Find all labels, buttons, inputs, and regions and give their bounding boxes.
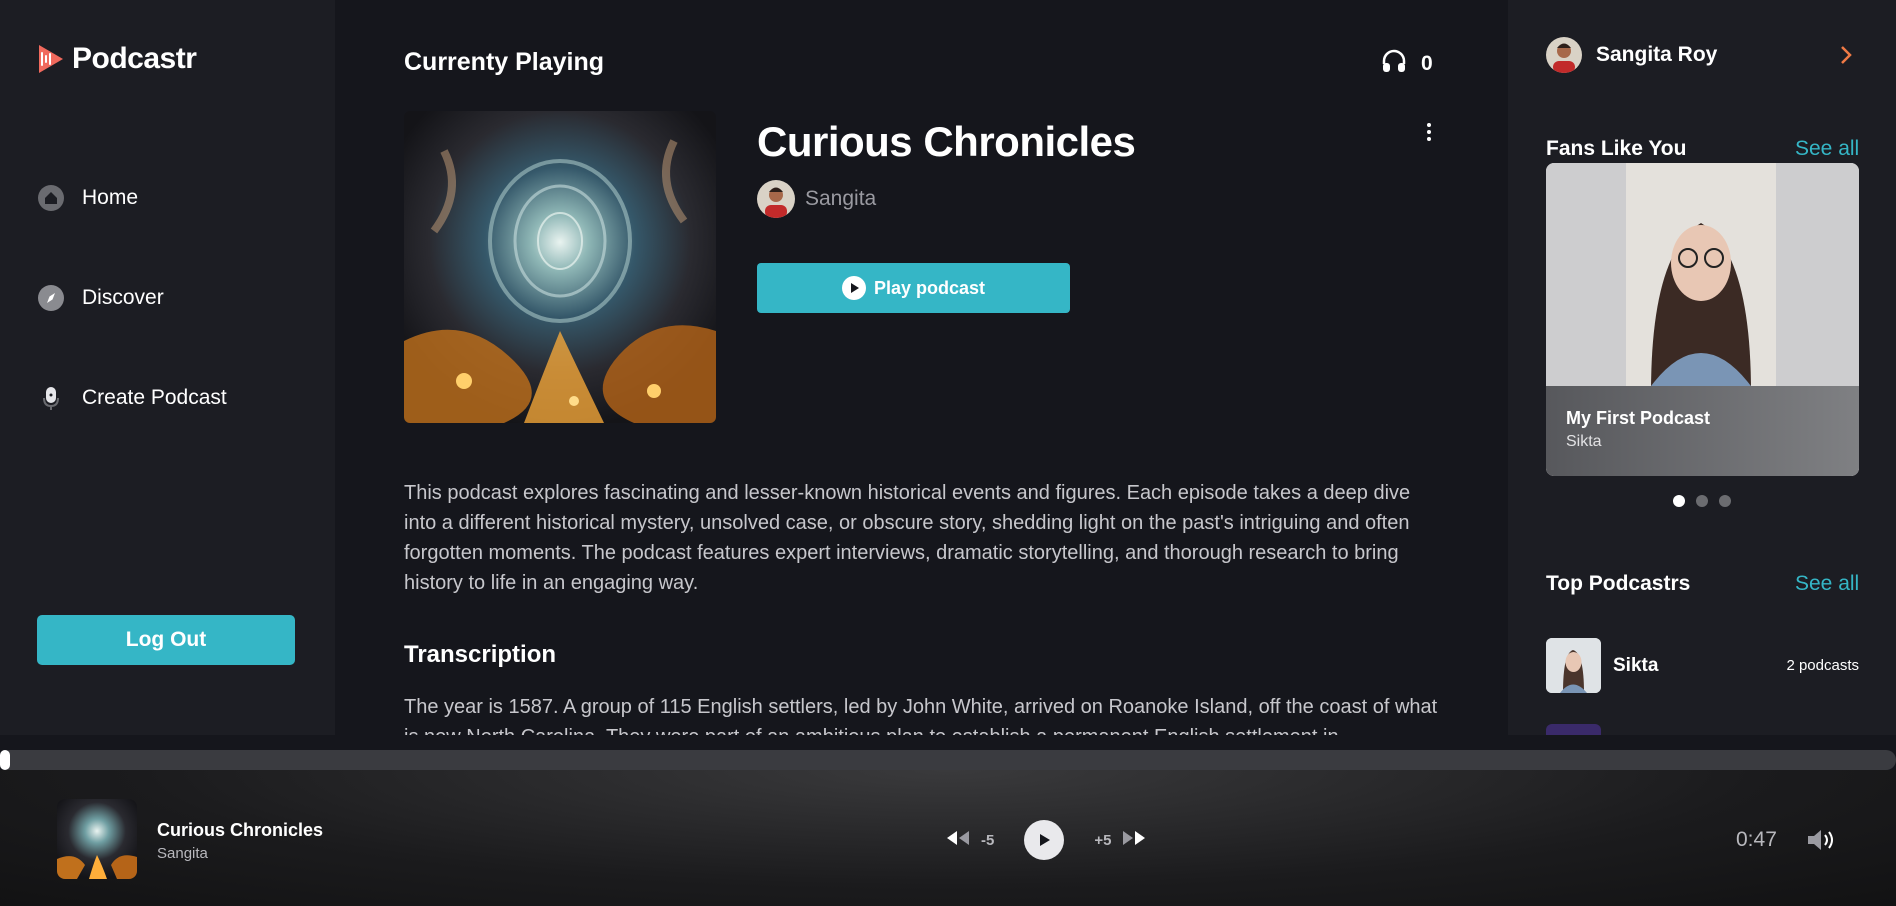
user-avatar (1546, 37, 1582, 73)
fans-like-you-title: Fans Like You (1546, 137, 1687, 160)
right-sidebar: Sangita Roy Fans Like You See all My Fir… (1508, 0, 1896, 735)
forward-label: +5 (1094, 831, 1112, 849)
main-nav: Home Discover Create Podcast (36, 178, 227, 478)
nav-label-discover: Discover (82, 286, 164, 309)
headphones-icon (1381, 48, 1407, 79)
logout-button[interactable]: Log Out (37, 615, 295, 665)
listeners-counter: 0 (1381, 48, 1433, 79)
podcastr-item[interactable]: Sikta 2 podcasts (1546, 638, 1859, 693)
rewind-icon[interactable] (945, 829, 971, 852)
nav-item-create-podcast[interactable]: Create Podcast (36, 378, 227, 418)
fan-card-title: My First Podcast (1566, 408, 1711, 428)
progress-handle[interactable] (0, 750, 10, 770)
transcription-text: The year is 1587. A group of 115 English… (404, 696, 1438, 735)
carousel-dot[interactable] (1719, 495, 1731, 507)
player-author: Sangita (157, 845, 208, 862)
nav-label-home: Home (82, 186, 139, 209)
user-profile[interactable]: Sangita Roy (1546, 37, 1717, 73)
podcastr-count: 2 podcasts (1786, 657, 1859, 674)
audio-player: Curious Chronicles Sangita -5 +5 0:47 (0, 770, 1896, 906)
podcastr-name: Sikta (1613, 654, 1659, 676)
chevron-right-icon[interactable] (1838, 44, 1854, 71)
more-options-icon[interactable] (1419, 120, 1439, 144)
listeners-count: 0 (1421, 51, 1433, 75)
author-avatar (757, 180, 795, 218)
nav-item-home[interactable]: Home (36, 178, 227, 218)
player-title: Curious Chronicles (157, 820, 324, 840)
author-name: Sangita (805, 187, 877, 210)
play-pause-button[interactable] (1024, 820, 1065, 860)
nav-label-create-podcast: Create Podcast (82, 386, 227, 409)
microphone-icon (36, 383, 66, 413)
main-content: Currenty Playing 0 Curious Chronicles Sa… (335, 0, 1508, 735)
section-title: Currenty Playing (404, 48, 605, 76)
podcastr-avatar (1546, 638, 1601, 693)
podcast-description: This podcast explores fascinating and le… (404, 482, 1411, 594)
fan-card-info: My First Podcast Sikta (1546, 386, 1859, 476)
podcast-author[interactable]: Sangita (757, 180, 876, 218)
transcription-title: Transcription (404, 641, 557, 668)
fans-see-all-link[interactable]: See all (1795, 137, 1859, 161)
left-sidebar: Podcastr Home Discover Create Podcast Lo… (0, 0, 335, 735)
nav-item-discover[interactable]: Discover (36, 278, 227, 318)
compass-icon (36, 283, 66, 313)
player-cover-image (57, 799, 137, 879)
play-icon (1040, 834, 1051, 846)
fast-forward-icon[interactable] (1121, 829, 1147, 852)
current-time: 0:47 (1736, 828, 1777, 851)
fan-podcast-card[interactable]: My First Podcast Sikta (1546, 163, 1859, 476)
app-logo[interactable]: Podcastr (36, 42, 197, 76)
podcast-cover-image (404, 111, 716, 423)
carousel-dot[interactable] (1696, 495, 1708, 507)
carousel-dot[interactable] (1673, 495, 1685, 507)
play-icon (841, 276, 866, 300)
play-podcast-label: Play podcast (873, 277, 986, 298)
fan-card-author: Sikta (1566, 433, 1602, 450)
podcast-title: Curious Chronicles (757, 118, 1136, 165)
top-podcastrs-title: Top Podcastrs (1546, 572, 1691, 595)
app-name: Podcastr (72, 42, 197, 75)
podcastr-avatar-partial[interactable] (1546, 724, 1601, 735)
rewind-label: -5 (981, 831, 995, 849)
app-root: Podcastr Home Discover Create Podcast Lo… (0, 0, 1896, 906)
play-podcast-button[interactable]: Play podcast (757, 263, 1070, 313)
top-podcastrs-see-all-link[interactable]: See all (1795, 572, 1859, 596)
podcastr-logo-icon (36, 42, 66, 76)
user-name: Sangita Roy (1596, 43, 1718, 66)
playback-controls: -5 +5 (945, 820, 1147, 860)
home-icon (36, 183, 66, 213)
carousel-dots (1673, 495, 1731, 507)
progress-bar[interactable] (0, 750, 1896, 770)
volume-icon[interactable] (1806, 828, 1836, 857)
